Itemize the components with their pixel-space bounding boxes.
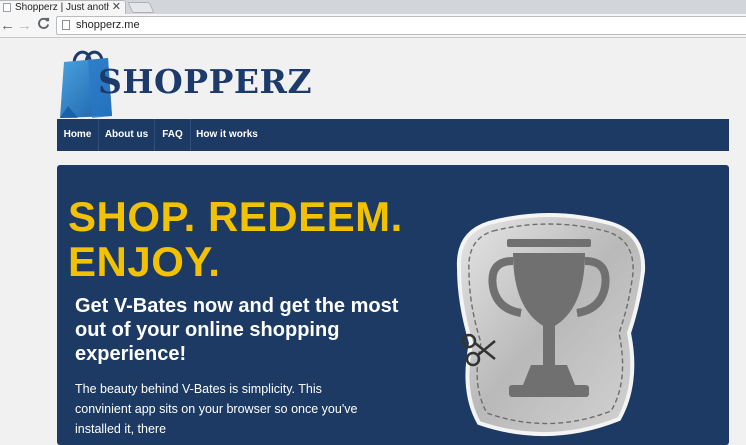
- nav-home[interactable]: Home: [57, 119, 99, 151]
- new-tab-button[interactable]: [127, 2, 155, 13]
- nav-about-us[interactable]: About us: [99, 119, 155, 151]
- main-nav: Home About us FAQ How it works: [57, 119, 729, 151]
- tab-title: Shopperz | Just another W: [15, 2, 109, 13]
- reload-icon[interactable]: [37, 17, 50, 34]
- back-arrow-icon[interactable]: ←: [0, 17, 15, 34]
- hero-headline: SHOP. REDEEM. ENJOY.: [68, 194, 408, 284]
- browser-tab[interactable]: Shopperz | Just another W ✕: [0, 0, 126, 14]
- trophy-coupon-icon: [456, 213, 646, 437]
- forward-arrow-icon[interactable]: →: [17, 17, 32, 34]
- page-icon: [62, 20, 70, 30]
- tab-strip: Shopperz | Just another W ✕: [0, 0, 746, 14]
- tab-close-icon[interactable]: ✕: [112, 1, 121, 14]
- site-logo-text[interactable]: SHOPPERZ: [98, 62, 312, 101]
- nav-faq[interactable]: FAQ: [155, 119, 191, 151]
- nav-how-it-works[interactable]: How it works: [191, 119, 263, 151]
- address-bar[interactable]: shopperz.me: [56, 16, 746, 35]
- hero-body-text: The beauty behind V-Bates is simplicity.…: [75, 382, 358, 436]
- url-text: shopperz.me: [76, 19, 140, 31]
- browser-toolbar: ← → shopperz.me: [0, 14, 746, 38]
- hero-headline-line2: ENJOY.: [68, 238, 221, 285]
- tab-favicon-icon: [3, 3, 11, 12]
- hero-subheadline: Get V-Bates now and get the most out of …: [75, 295, 399, 365]
- hero-banner: SHOP. REDEEM. ENJOY. Get V-Bates now and…: [57, 165, 729, 445]
- hero-headline-line1: SHOP. REDEEM.: [68, 193, 403, 240]
